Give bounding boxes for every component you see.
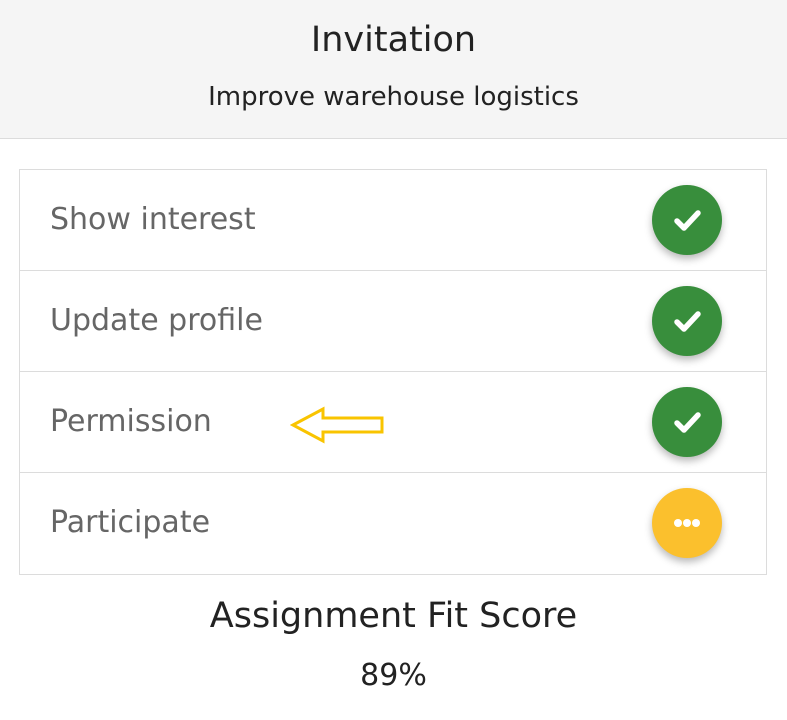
invitation-header: Invitation Improve warehouse logistics [0,0,787,139]
step-label: Show interest [50,202,256,237]
assignment-subtitle: Improve warehouse logistics [208,82,579,112]
score-title: Assignment Fit Score [209,596,578,636]
step-label: Participate [50,505,211,540]
step-update-profile[interactable]: Update profile [20,271,766,372]
check-icon [652,286,722,356]
step-label: Update profile [50,303,263,338]
arrow-left-icon [289,405,386,449]
step-label: Permission [50,404,212,439]
page-title: Invitation [310,20,477,60]
steps-list: Show interest Update profile Permission [19,169,767,575]
step-permission[interactable]: Permission [20,372,766,473]
check-icon [652,387,722,457]
score-value: 89% [360,658,427,693]
check-icon [652,185,722,255]
ellipsis-icon [652,488,722,558]
step-participate[interactable]: Participate [20,473,766,574]
step-show-interest[interactable]: Show interest [20,170,766,271]
